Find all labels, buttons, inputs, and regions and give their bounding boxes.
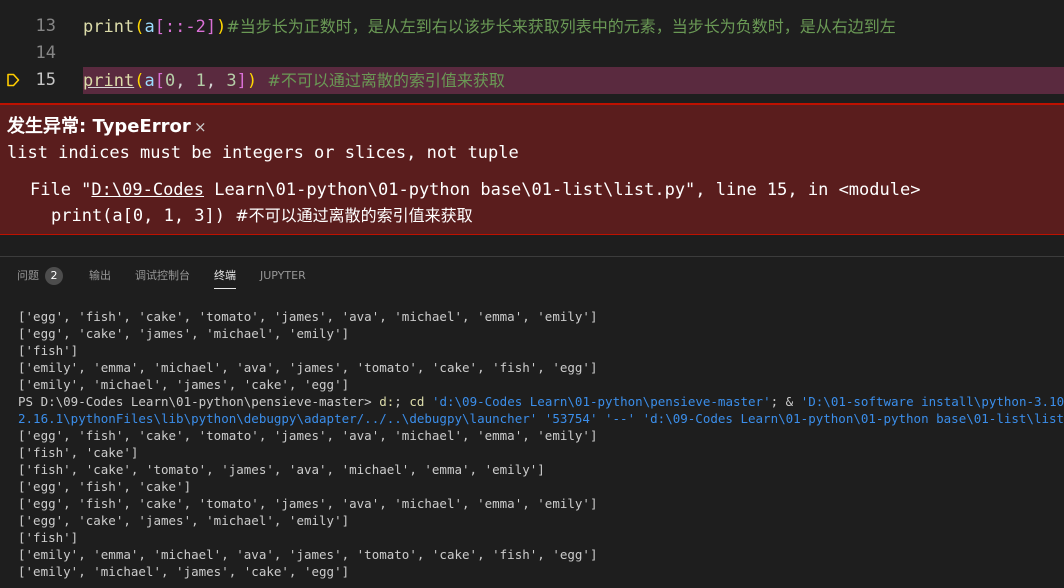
- terminal-line: ['egg', 'fish', 'cake', 'tomato', 'james…: [18, 428, 598, 443]
- terminal-command-continuation: 2.16.1\pythonFiles\lib\python\debugpy\ad…: [18, 410, 1064, 427]
- terminal-line: ['egg', 'cake', 'james', 'michael', 'emi…: [18, 326, 350, 341]
- file-prefix: File ": [30, 180, 92, 200]
- terminal-line: ['fish', 'cake', 'tomato', 'james', 'ava…: [18, 462, 545, 477]
- token-num: 0: [164, 71, 176, 91]
- token-paren-close: ): [216, 17, 227, 37]
- source-code: print(a[0, 1, 3]): [51, 206, 236, 226]
- code-comment: #不可以通过离散的索引值来获取: [267, 71, 505, 90]
- terminal-line: ['emily', 'emma', 'michael', 'ava', 'jam…: [18, 547, 598, 562]
- line-number: 14: [35, 43, 56, 63]
- terminal-line: ['fish', 'cake']: [18, 445, 139, 460]
- cmd-sep: ;: [394, 394, 410, 409]
- debug-stackframe-icon[interactable]: [6, 73, 20, 87]
- terminal-prompt: PS D:\09-Codes Learn\01-python\pensieve-…: [18, 394, 380, 409]
- cmd-arg: 'd:\09-Codes Learn\01-python\pensieve-ma…: [424, 394, 771, 409]
- gutter: 13: [0, 13, 64, 40]
- token-print: print: [83, 17, 135, 37]
- cmd-drive: d:: [379, 394, 395, 409]
- terminal-command-line: PS D:\09-Codes Learn\01-python\pensieve-…: [18, 393, 1064, 410]
- terminal-line: ['emily', 'michael', 'james', 'cake', 'e…: [18, 564, 350, 579]
- tab-problems[interactable]: 问题 2: [17, 257, 63, 295]
- line-number: 15: [35, 70, 56, 90]
- file-path-link[interactable]: D:\09-Codes: [91, 180, 204, 200]
- terminal-line: ['fish']: [18, 530, 79, 545]
- exception-stack-frame: File "D:\09-Codes Learn\01-python\01-pyt…: [30, 178, 920, 202]
- exception-source-line: print(a[0, 1, 3]) #不可以通过离散的索引值来获取: [51, 204, 473, 228]
- terminal-line: ['egg', 'fish', 'cake']: [18, 479, 192, 494]
- terminal-line: ['egg', 'fish', 'cake', 'tomato', 'james…: [18, 496, 598, 511]
- tab-jupyter[interactable]: JUPYTER: [260, 257, 306, 295]
- code-line-14[interactable]: 14: [0, 40, 1064, 67]
- source-comment: #不可以通过离散的索引值来获取: [235, 206, 473, 225]
- terminal-line: ['emily', 'michael', 'james', 'cake', 'e…: [18, 377, 350, 392]
- exception-message: list indices must be integers or slices,…: [7, 143, 519, 163]
- terminal-line: ['egg', 'cake', 'james', 'michael', 'emi…: [18, 513, 350, 528]
- code-line-15[interactable]: 15 print(a[0, 1, 3]) #不可以通过离散的索引值来获取: [0, 67, 1064, 94]
- token-paren-open: (: [134, 17, 145, 37]
- token-paren-open: (: [134, 71, 145, 91]
- problems-count-badge: 2: [45, 267, 63, 285]
- code-line-13[interactable]: 13 print(a[::-2])#当步长为正数时，是从左到右以该步长来获取列表…: [0, 13, 1064, 40]
- code-text[interactable]: print(a[0, 1, 3]) #不可以通过离散的索引值来获取: [83, 67, 505, 94]
- token-print: print: [83, 71, 135, 91]
- token-num: 1: [195, 71, 206, 91]
- file-rest: Learn\01-python\01-python base\01-list\l…: [204, 180, 921, 200]
- token-num: 3: [226, 71, 237, 91]
- terminal-line: ['fish']: [18, 343, 79, 358]
- exception-widget: 发生异常: TypeError × list indices must be i…: [0, 103, 1064, 235]
- token-bracket-close: ]: [236, 71, 247, 91]
- editor-spacer: [0, 236, 1064, 256]
- cmd-cd: cd: [409, 394, 425, 409]
- terminal-output[interactable]: ['egg', 'fish', 'cake', 'tomato', 'james…: [18, 308, 1064, 588]
- tab-debug-console[interactable]: 调试控制台: [135, 257, 190, 295]
- terminal-line: ['emily', 'emma', 'michael', 'ava', 'jam…: [18, 360, 598, 375]
- cmd-cont: 2.16.1\pythonFiles\lib\python\debugpy\ad…: [18, 411, 1064, 426]
- cmd-amp: ; &: [770, 394, 801, 409]
- token-paren-close: ): [246, 71, 258, 91]
- gutter: 15: [0, 67, 64, 94]
- token-bracket-slice: [::-2]: [154, 17, 217, 37]
- token-var-a: a: [144, 17, 155, 37]
- code-text[interactable]: print(a[::-2])#当步长为正数时，是从左到右以该步长来获取列表中的元…: [83, 13, 896, 40]
- gutter: 14: [0, 40, 64, 67]
- exception-title: 发生异常: TypeError: [7, 116, 191, 137]
- cmd-arg: 'D:\01-software install\python-3.10.7\py…: [800, 394, 1064, 409]
- code-comment: #当步长为正数时，是从左到右以该步长来获取列表中的元素，当步长为负数时，是从右边…: [226, 17, 896, 36]
- tab-output[interactable]: 输出: [89, 257, 111, 295]
- tab-terminal[interactable]: 终端: [214, 257, 236, 295]
- code-editor[interactable]: 13 print(a[::-2])#当步长为正数时，是从左到右以该步长来获取列表…: [0, 0, 1064, 100]
- line-number: 13: [35, 16, 56, 36]
- close-icon[interactable]: ×: [194, 115, 207, 139]
- token-comma: ,: [205, 71, 227, 91]
- token-bracket-open: [: [154, 71, 165, 91]
- token-var-a: a: [144, 71, 155, 91]
- terminal-line: ['egg', 'fish', 'cake', 'tomato', 'james…: [18, 309, 598, 324]
- tab-label: 问题: [17, 269, 39, 282]
- token-comma: ,: [175, 71, 196, 91]
- panel-tab-bar: 问题 2 输出 调试控制台 终端 JUPYTER: [0, 257, 1064, 295]
